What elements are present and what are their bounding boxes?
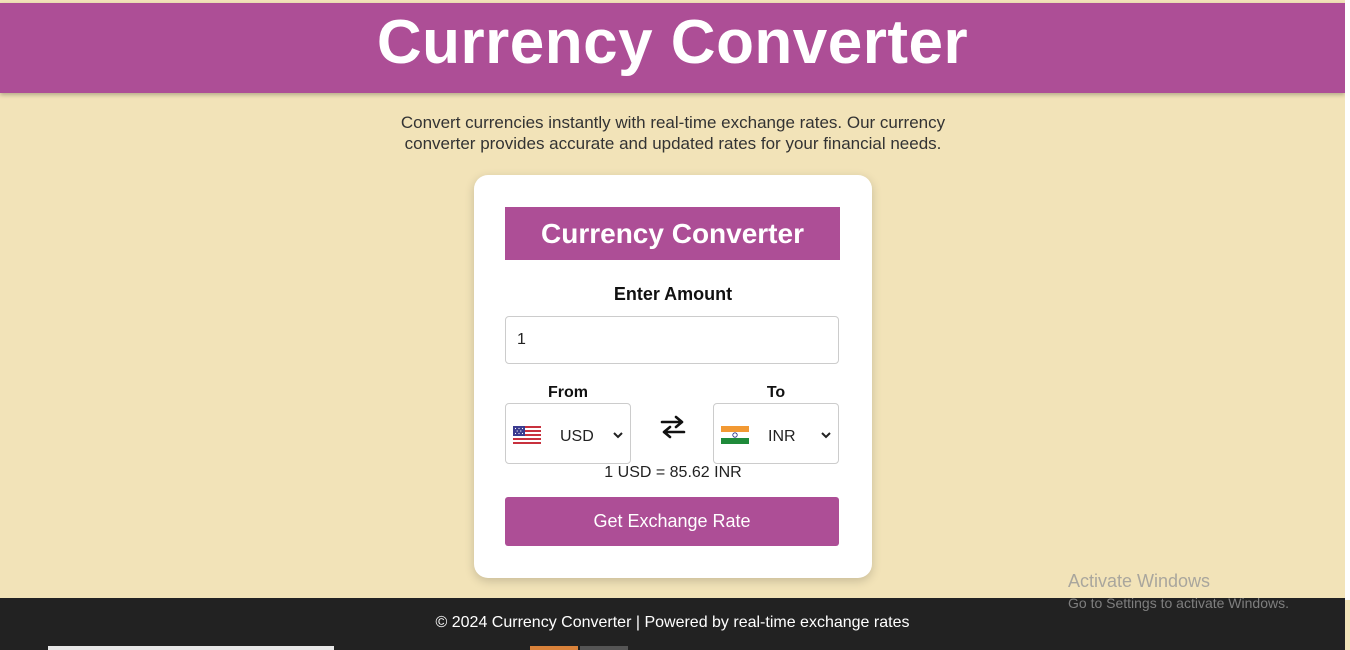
from-currency-code: USD bbox=[560, 428, 594, 445]
taskbar-item[interactable] bbox=[48, 646, 334, 650]
page-header: Currency Converter bbox=[0, 3, 1345, 93]
chevron-down-icon bbox=[821, 432, 831, 439]
us-flag-icon bbox=[513, 426, 541, 444]
to-currency-select[interactable]: INR bbox=[713, 403, 839, 464]
scrollbar-track[interactable] bbox=[1345, 0, 1350, 600]
amount-label: Enter Amount bbox=[613, 284, 733, 304]
from-label: From bbox=[548, 384, 588, 401]
taskbar-item[interactable] bbox=[580, 646, 628, 650]
page-title: Currency Converter bbox=[376, 7, 969, 77]
to-label: To bbox=[766, 384, 786, 401]
intro-text: Convert currencies instantly with real-t… bbox=[400, 113, 946, 153]
converter-card: Currency Converter Enter Amount From To … bbox=[474, 175, 872, 578]
to-currency-code: INR bbox=[768, 428, 796, 445]
from-currency-select[interactable]: USD bbox=[505, 403, 631, 464]
chevron-down-icon bbox=[613, 432, 623, 439]
exchange-rate-result: 1 USD = 85.62 INR bbox=[604, 464, 742, 481]
watermark-subtitle: Go to Settings to activate Windows. bbox=[1068, 595, 1289, 611]
india-flag-icon bbox=[721, 426, 749, 444]
amount-input[interactable] bbox=[505, 316, 839, 364]
get-exchange-rate-button[interactable]: Get Exchange Rate bbox=[505, 497, 839, 546]
swap-arrows-icon[interactable] bbox=[659, 413, 687, 441]
footer-text: © 2024 Currency Converter | Powered by r… bbox=[435, 614, 910, 631]
card-title: Currency Converter bbox=[505, 207, 840, 260]
windows-activation-watermark: Activate Windows Go to Settings to activ… bbox=[1068, 571, 1289, 611]
taskbar-item[interactable] bbox=[530, 646, 578, 650]
watermark-title: Activate Windows bbox=[1068, 571, 1211, 591]
